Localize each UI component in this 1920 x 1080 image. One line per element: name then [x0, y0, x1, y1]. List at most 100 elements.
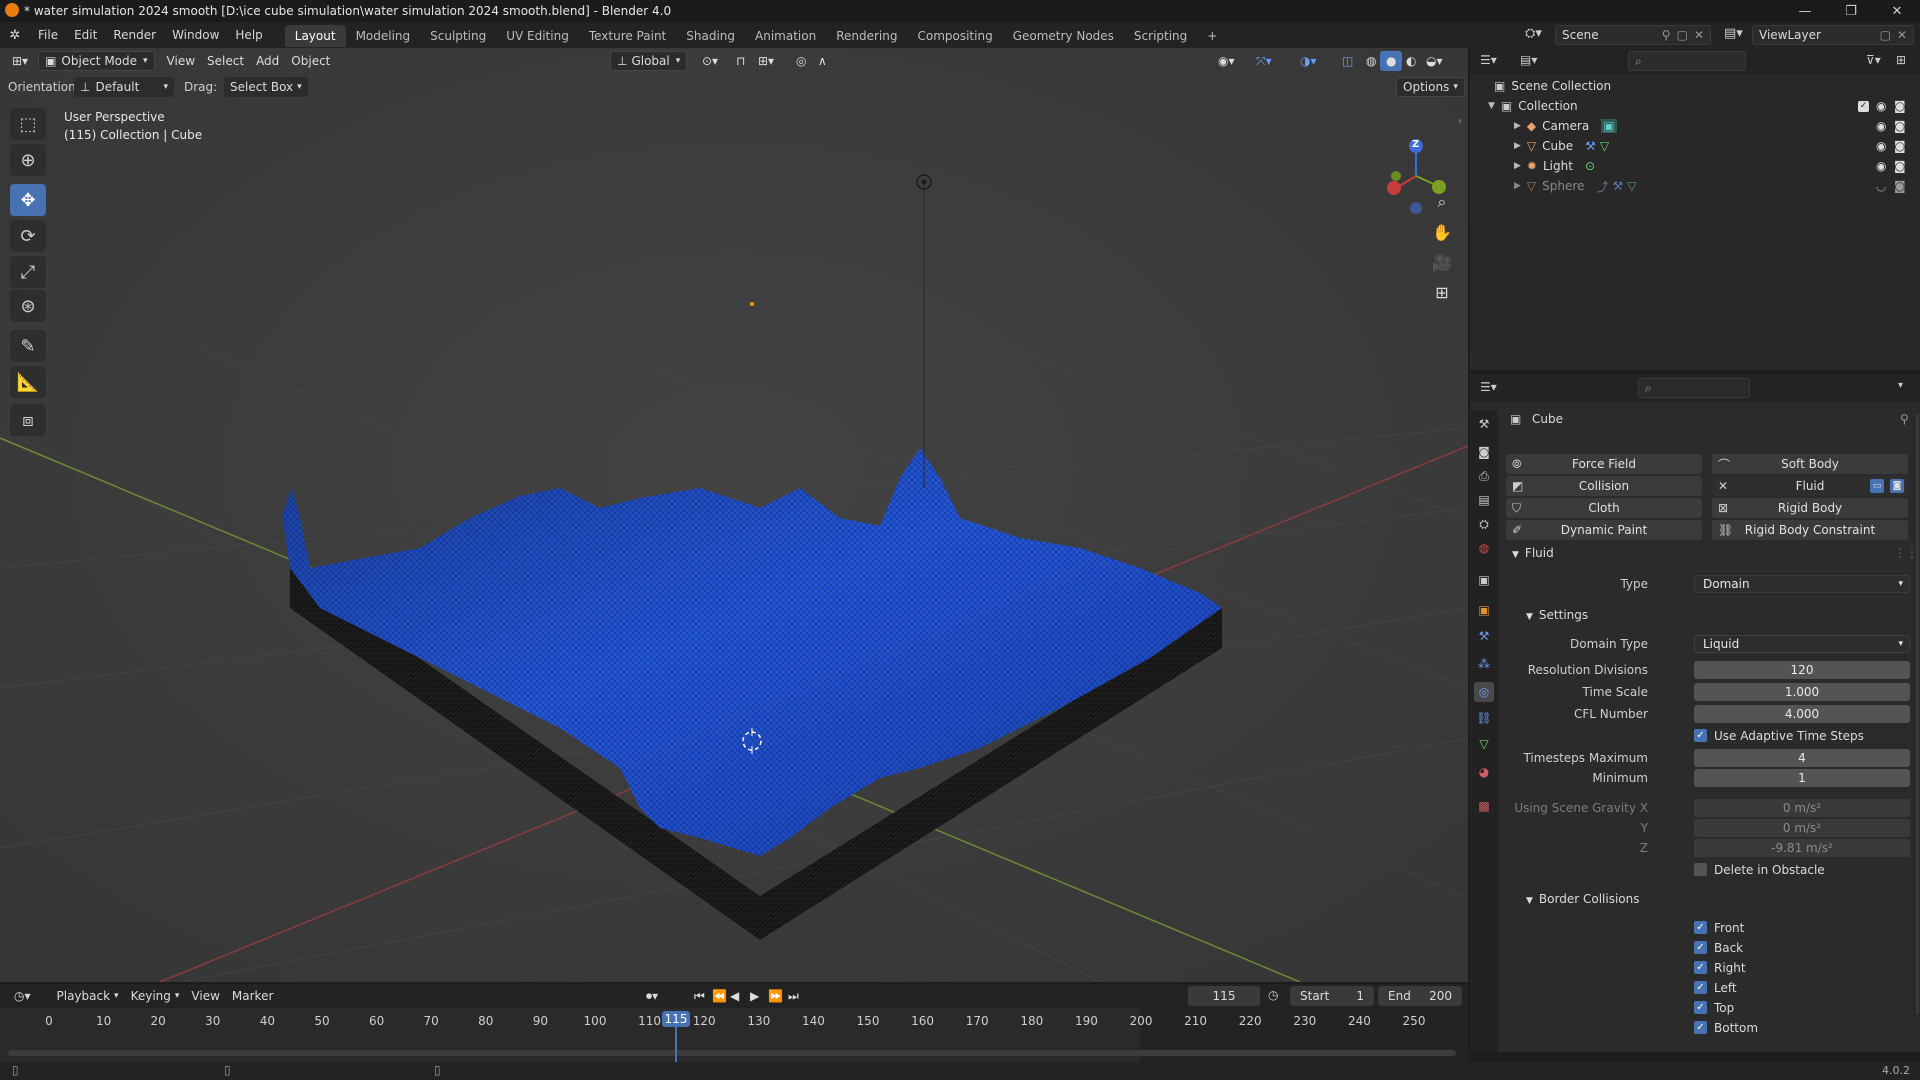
- border-front-checkbox[interactable]: ✓: [1694, 921, 1707, 934]
- play-reverse-button[interactable]: ◀: [724, 986, 745, 1006]
- tab-texture-paint[interactable]: Texture Paint: [579, 25, 676, 47]
- rigid-body-button[interactable]: ⊠ Rigid Body: [1712, 498, 1908, 518]
- resolution-field[interactable]: 120: [1694, 661, 1910, 679]
- render-tab-icon[interactable]: ◙: [1474, 442, 1494, 462]
- view-menu[interactable]: View: [185, 986, 225, 1006]
- type-dropdown[interactable]: Domain ▾: [1694, 575, 1910, 593]
- tab-sculpting[interactable]: Sculpting: [420, 25, 496, 47]
- tab-rendering[interactable]: Rendering: [826, 25, 907, 47]
- physics-tab-icon[interactable]: ◎: [1474, 682, 1494, 702]
- cfl-field[interactable]: 4.000: [1694, 705, 1910, 723]
- timesteps-max-field[interactable]: 4: [1694, 749, 1910, 767]
- properties-search-input[interactable]: ⌕: [1638, 378, 1750, 398]
- minimum-field[interactable]: 1: [1694, 769, 1910, 787]
- options-chevron-icon[interactable]: ▾: [1898, 380, 1903, 391]
- overlay-toggle-icon[interactable]: ◑▾: [1294, 51, 1323, 71]
- perspective-toggle-icon[interactable]: ⊞: [1428, 278, 1456, 306]
- render-camera-icon[interactable]: ◙: [1894, 159, 1906, 173]
- editor-type-icon[interactable]: ⊞▾: [6, 51, 34, 71]
- dynamic-paint-button[interactable]: ✐ Dynamic Paint: [1506, 520, 1702, 540]
- filter-icon[interactable]: ⊽▾: [1866, 53, 1881, 67]
- marker-menu[interactable]: Marker: [226, 986, 279, 1006]
- new-collection-icon[interactable]: ⊞: [1896, 53, 1906, 67]
- outliner-row-light[interactable]: ▶ ✹ Light ⊙ ◉ ◙: [1470, 156, 1920, 176]
- outliner-row-collection[interactable]: ▼ ▣ Collection ✓ ◉ ◙: [1470, 96, 1920, 116]
- orientation-dropdown[interactable]: ⊥ Default ▾: [74, 77, 174, 97]
- maximize-button[interactable]: ❐: [1828, 0, 1874, 22]
- outliner-search-input[interactable]: ⌕: [1628, 51, 1746, 71]
- adaptive-time-steps-checkbox[interactable]: ✓: [1694, 729, 1707, 742]
- playhead-marker[interactable]: 115: [662, 1011, 690, 1027]
- tab-geometry-nodes[interactable]: Geometry Nodes: [1003, 25, 1124, 47]
- outliner-row-scene-collection[interactable]: ▣ Scene Collection: [1470, 76, 1920, 96]
- viewport-scene[interactable]: [0, 48, 1468, 982]
- add-workspace-button[interactable]: +: [1197, 25, 1227, 47]
- camera-view-icon[interactable]: 🎥: [1428, 248, 1456, 276]
- blender-menu-icon[interactable]: ✲: [0, 28, 30, 43]
- viewport-toggle-icon[interactable]: ▭: [1870, 479, 1884, 493]
- annotate-tool[interactable]: ✎: [10, 330, 46, 362]
- pin-icon[interactable]: ⚲: [1662, 28, 1671, 42]
- view-layer-tab-icon[interactable]: ▤: [1474, 490, 1494, 510]
- particles-tab-icon[interactable]: ⁂: [1474, 654, 1494, 674]
- force-field-button[interactable]: ⦾ Force Field: [1506, 454, 1702, 474]
- hidden-eye-icon[interactable]: ◡: [1876, 179, 1886, 193]
- menu-file[interactable]: File: [30, 22, 66, 48]
- render-camera-icon[interactable]: ◙: [1894, 119, 1906, 133]
- settings-panel-header[interactable]: ▼ Settings: [1526, 608, 1588, 622]
- tab-layout[interactable]: Layout: [284, 25, 346, 47]
- preview-range-icon[interactable]: ◷: [1268, 988, 1278, 1002]
- texture-tab-icon[interactable]: ▩: [1474, 796, 1494, 816]
- properties-scrollbar[interactable]: [1916, 414, 1919, 1014]
- start-frame-field[interactable]: Start 1: [1290, 986, 1374, 1006]
- viewlayer-icon[interactable]: ▤▾: [1724, 26, 1743, 41]
- time-scale-field[interactable]: 1.000: [1694, 683, 1910, 701]
- menu-help[interactable]: Help: [227, 22, 270, 48]
- zoom-icon[interactable]: ⌕: [1428, 188, 1456, 216]
- scale-tool[interactable]: ⤢: [10, 256, 46, 288]
- display-mode-icon[interactable]: ▤▾: [1520, 53, 1537, 67]
- outliner-row-sphere[interactable]: ▶ ▽ Sphere ⤴ ⚒ ▽ ◡ ◙: [1470, 176, 1920, 196]
- menu-edit[interactable]: Edit: [66, 22, 105, 48]
- border-top-checkbox[interactable]: ✓: [1694, 1001, 1707, 1014]
- render-camera-icon[interactable]: ◙: [1894, 179, 1906, 193]
- expand-arrow-icon[interactable]: ▶: [1514, 121, 1521, 131]
- gizmo-toggle-icon[interactable]: ⤧▾: [1250, 51, 1278, 71]
- outliner-row-camera[interactable]: ▶ ◆ Camera ▣ ◉ ◙: [1470, 116, 1920, 136]
- close-button[interactable]: ✕: [1874, 0, 1920, 22]
- viewlayer-selector[interactable]: ViewLayer ▢ ✕: [1752, 25, 1914, 45]
- collection-tab-icon[interactable]: ▣: [1474, 570, 1494, 590]
- render-camera-icon[interactable]: ◙: [1894, 99, 1906, 113]
- cursor-tool[interactable]: ⊕: [10, 144, 46, 176]
- outliner-editor-icon[interactable]: ☰▾: [1480, 53, 1497, 67]
- proportional-edit-icon[interactable]: ◎: [790, 51, 812, 71]
- expand-arrow-icon[interactable]: ▶: [1514, 141, 1521, 151]
- tab-compositing[interactable]: Compositing: [907, 25, 1002, 47]
- timeline-editor-icon[interactable]: ◷▾: [8, 986, 37, 1006]
- expand-arrow-icon[interactable]: ▶: [1514, 161, 1521, 171]
- delete-viewlayer-icon[interactable]: ✕: [1897, 28, 1907, 42]
- expand-arrow-icon[interactable]: ▼: [1488, 101, 1495, 111]
- new-scene-icon[interactable]: ▢: [1677, 28, 1688, 42]
- jump-end-button[interactable]: ⏭: [782, 986, 805, 1006]
- tab-uv-editing[interactable]: UV Editing: [496, 25, 579, 47]
- constraints-tab-icon[interactable]: ⛓: [1474, 708, 1494, 728]
- record-button[interactable]: ⏺▾: [640, 986, 664, 1006]
- outliner-row-cube[interactable]: ▶ ▽ Cube ⚒ ▽ ◉ ◙: [1470, 136, 1920, 156]
- object-tab-icon[interactable]: ▣: [1474, 600, 1494, 620]
- tab-scripting[interactable]: Scripting: [1124, 25, 1197, 47]
- modifier-tab-icon[interactable]: ⚒: [1474, 626, 1494, 646]
- pan-hand-icon[interactable]: ✋: [1428, 218, 1456, 246]
- fluid-panel-header[interactable]: ▼ Fluid: [1512, 546, 1554, 560]
- expand-arrow-icon[interactable]: ▶: [1514, 181, 1521, 191]
- data-tab-icon[interactable]: ▽: [1474, 734, 1494, 754]
- eye-icon[interactable]: ◉: [1876, 119, 1886, 133]
- transform-tool[interactable]: ⊛: [10, 290, 46, 322]
- mode-selector[interactable]: ▣ Object Mode ▾: [38, 51, 155, 71]
- new-viewlayer-icon[interactable]: ▢: [1880, 28, 1891, 42]
- visibility-icon[interactable]: ◉▾: [1212, 51, 1241, 71]
- cloth-button[interactable]: ⛉ Cloth: [1506, 498, 1702, 518]
- render-camera-icon[interactable]: ◙: [1894, 139, 1906, 153]
- delete-in-obstacle-checkbox[interactable]: [1694, 863, 1707, 876]
- tab-animation[interactable]: Animation: [745, 25, 826, 47]
